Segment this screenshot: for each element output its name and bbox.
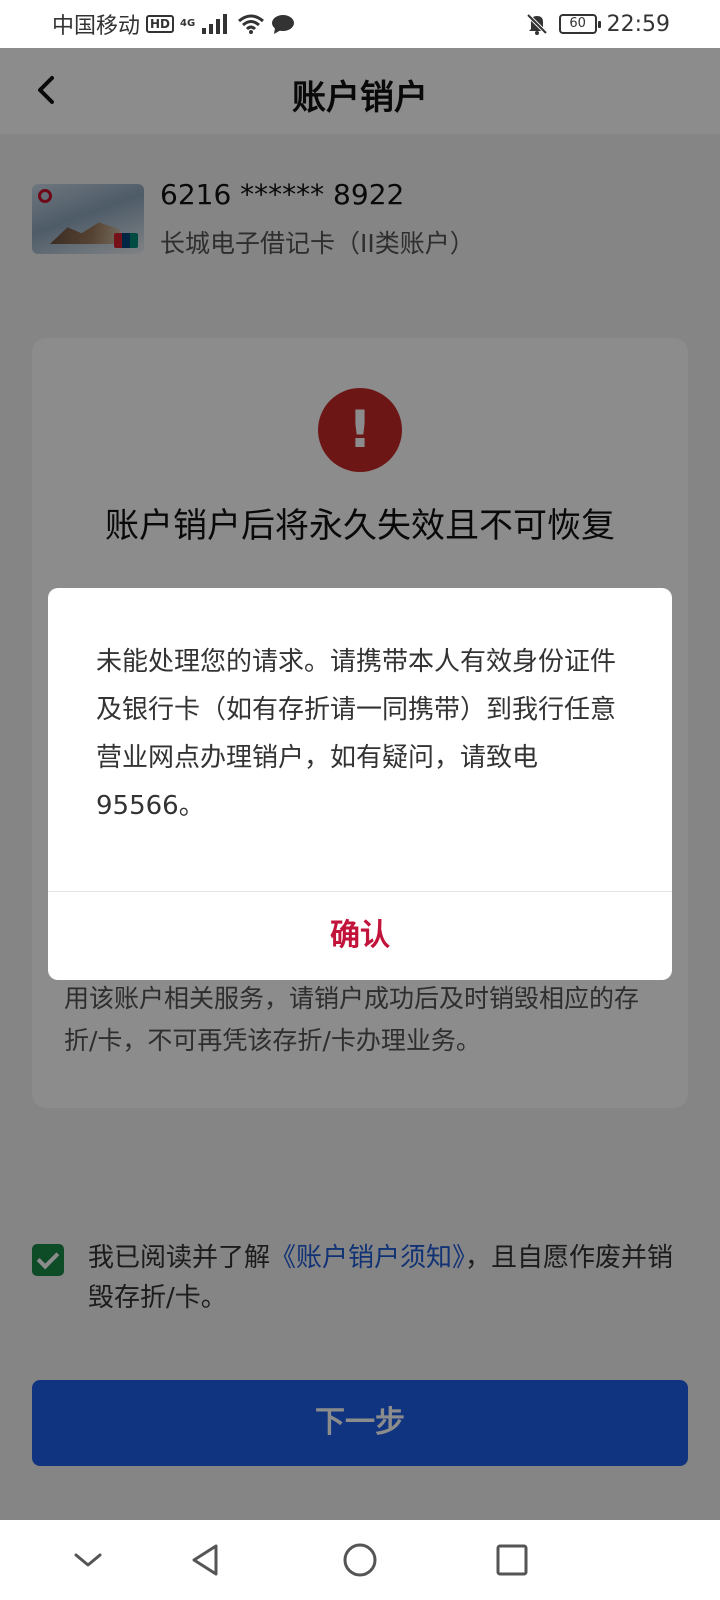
system-nav-bar: [0, 1520, 720, 1600]
mute-bell-icon: [526, 13, 548, 35]
carrier-name: 中国移动: [52, 14, 141, 39]
message-icon: [272, 15, 295, 34]
signal-icon: [202, 14, 228, 34]
hd-badge: HD: [146, 15, 175, 33]
home-circle-icon[interactable]: [338, 1538, 382, 1582]
status-right: 60 22:59: [525, 10, 670, 38]
confirm-button[interactable]: 确认: [48, 892, 672, 980]
clock: 22:59: [606, 11, 670, 37]
error-dialog: 未能处理您的请求。请携带本人有效身份证件及银行卡（如有存折请一同携带）到我行任意…: [48, 588, 672, 980]
back-triangle-icon[interactable]: [184, 1538, 228, 1582]
network-type: 4G: [180, 18, 196, 29]
dialog-message: 未能处理您的请求。请携带本人有效身份证件及银行卡（如有存折请一同携带）到我行任意…: [96, 647, 617, 821]
battery-icon: 60: [558, 14, 601, 34]
status-left: 中国移动 HD 4G: [52, 10, 295, 39]
wifi-icon: [238, 14, 265, 34]
chevron-down-icon[interactable]: [66, 1538, 110, 1582]
recents-square-icon[interactable]: [490, 1538, 534, 1582]
status-bar: 中国移动 HD 4G 60 22:59: [0, 0, 720, 48]
